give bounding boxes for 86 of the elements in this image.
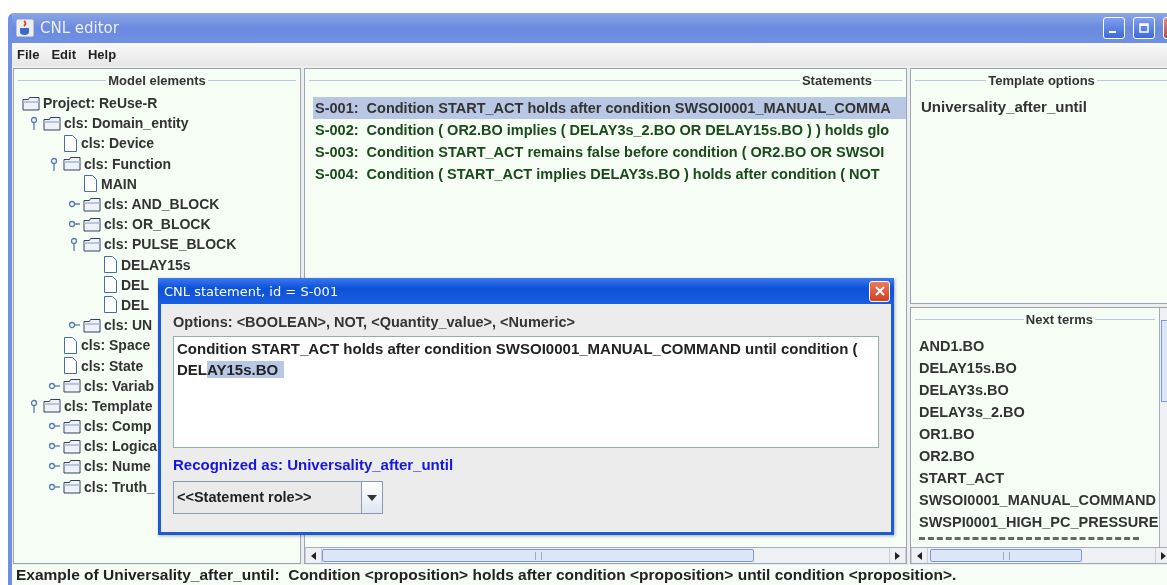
tree-item[interactable]: cls: Truth_: [84, 478, 155, 495]
horizontal-scrollbar[interactable]: [911, 547, 1167, 563]
file-icon: [103, 256, 118, 274]
caret-icon: [367, 494, 377, 501]
collapse-handle-icon[interactable]: [28, 116, 40, 131]
menu-item[interactable]: Help: [87, 47, 117, 62]
minimize-icon: [1109, 31, 1116, 33]
folder-icon: [43, 398, 61, 414]
file-icon: [103, 276, 118, 294]
statement-text-field[interactable]: Condition START_ACT holds after condition SWSOI0001_MANUAL_COMMAND until condition ( DELAY15s.BO: [173, 336, 879, 448]
folder-icon: [63, 479, 81, 495]
recognized-label: Recognized as: Universality_after_until: [173, 456, 455, 473]
term-item[interactable]: OR1.BO: [919, 423, 1159, 445]
statement-role-dropdown[interactable]: <<Statement role>>: [173, 481, 383, 514]
collapse-handle-icon[interactable]: [48, 156, 60, 171]
maximize-button[interactable]: [1133, 17, 1155, 39]
tree-item[interactable]: cls: OR_BLOCK: [104, 216, 211, 233]
window-title: CNL editor: [40, 19, 119, 37]
term-item[interactable]: DELAY3s.BO: [919, 379, 1159, 401]
tree-item[interactable]: cls: Space: [81, 337, 151, 354]
folder-icon: [63, 378, 81, 394]
tree-item[interactable]: Project: ReUse-R: [43, 95, 158, 112]
term-item[interactable]: OR2.BO: [919, 445, 1159, 467]
file-icon: [63, 336, 78, 354]
tree-item[interactable]: cls: Variab: [84, 377, 155, 394]
folder-icon: [83, 216, 101, 232]
tree-item[interactable]: MAIN: [101, 175, 137, 192]
menu-item[interactable]: File: [17, 47, 40, 62]
file-icon: [63, 134, 78, 152]
tree-item[interactable]: cls: UN: [104, 317, 153, 334]
scroll-left-icon[interactable]: [311, 551, 316, 560]
panel-title: Statements: [800, 72, 873, 88]
folder-icon: [83, 236, 101, 252]
close-icon: [873, 285, 886, 297]
tree-item[interactable]: DEL: [121, 296, 149, 313]
panel-title: Template options: [987, 72, 1096, 88]
statement-row[interactable]: S-003: Condition START_ACT remains false before condition ( OR2.BO OR SWSOI: [313, 141, 906, 163]
file-icon: [103, 296, 118, 314]
tree-item[interactable]: cls: AND_BLOCK: [104, 196, 220, 213]
term-item[interactable]: DELAY15s.BO: [919, 357, 1159, 379]
statement-row[interactable]: S-004: Condition ( START_ACT implies DELAY3s.BO ) holds after condition ( NOT: [313, 163, 906, 185]
dialog-title: CNL statement, id = S-001: [164, 283, 339, 299]
folder-icon: [43, 115, 61, 131]
status-message: Example of Universality_after_until: Condition <proposition> holds after condition <proposition> until condition <proposition>.: [12, 565, 1167, 585]
folder-icon: [63, 458, 81, 474]
folder-icon: [63, 156, 81, 172]
tree-item[interactable]: DELAY15s: [121, 256, 191, 273]
tree-item[interactable]: cls: Domain_entity: [64, 115, 189, 132]
horizontal-scrollbar[interactable]: [305, 547, 906, 563]
options-label: Options: <BOOLEAN>, NOT, <Quantity_value>, <Numeric>: [173, 314, 577, 330]
menu-item[interactable]: Edit: [51, 47, 76, 62]
scroll-left-icon[interactable]: [917, 551, 922, 560]
collapse-handle-icon[interactable]: [28, 398, 40, 413]
tree-item[interactable]: cls: Comp: [84, 418, 152, 435]
tree-item[interactable]: cls: Function: [84, 155, 172, 172]
maximize-icon: [1139, 23, 1149, 33]
term-item[interactable]: DELAY3s_2.BO: [919, 401, 1159, 423]
panel-title: Next terms: [1024, 311, 1094, 327]
tree-item[interactable]: DEL: [121, 276, 149, 293]
file-icon: [83, 175, 98, 193]
tree-item[interactable]: cls: Nume: [84, 458, 151, 475]
tree-item[interactable]: cls: Logica: [84, 438, 158, 455]
term-item[interactable]: START_ACT: [919, 467, 1159, 489]
folder-icon: [63, 438, 81, 454]
tree-item[interactable]: cls: Device: [81, 135, 155, 152]
statement-row[interactable]: S-002: Condition ( OR2.BO implies ( DELAY3s_2.BO OR DELAY15s.BO ) ) holds glo: [313, 119, 906, 141]
term-item[interactable]: SWSPI0001_HIGH_PC_PRESSURE: [919, 511, 1159, 533]
collapse-handle-icon[interactable]: [68, 237, 80, 252]
coffee-cup-icon: [16, 19, 34, 37]
tree-item[interactable]: cls: State: [81, 357, 144, 374]
panel-title: Model elements: [107, 72, 207, 88]
folder-icon: [22, 95, 40, 111]
scroll-right-icon[interactable]: [1161, 551, 1166, 560]
scroll-right-icon[interactable]: [895, 551, 900, 560]
statement-row[interactable]: S-001: Condition START_ACT holds after condition SWSOI0001_MANUAL_COMMA: [313, 97, 906, 119]
template-option[interactable]: Universality_after_until: [911, 88, 1167, 115]
minimize-button[interactable]: [1103, 17, 1125, 39]
tree-item[interactable]: cls: Template: [64, 397, 153, 414]
term-item[interactable]: AND1.BO: [919, 335, 1159, 357]
file-icon: [63, 357, 78, 375]
folder-icon: [83, 196, 101, 212]
tree-item[interactable]: cls: PULSE_BLOCK: [104, 236, 237, 253]
close-button[interactable]: [869, 280, 890, 302]
folder-icon: [63, 418, 81, 434]
term-item[interactable]: SWSOI0001_MANUAL_COMMAND: [919, 489, 1159, 511]
folder-icon: [83, 317, 101, 333]
